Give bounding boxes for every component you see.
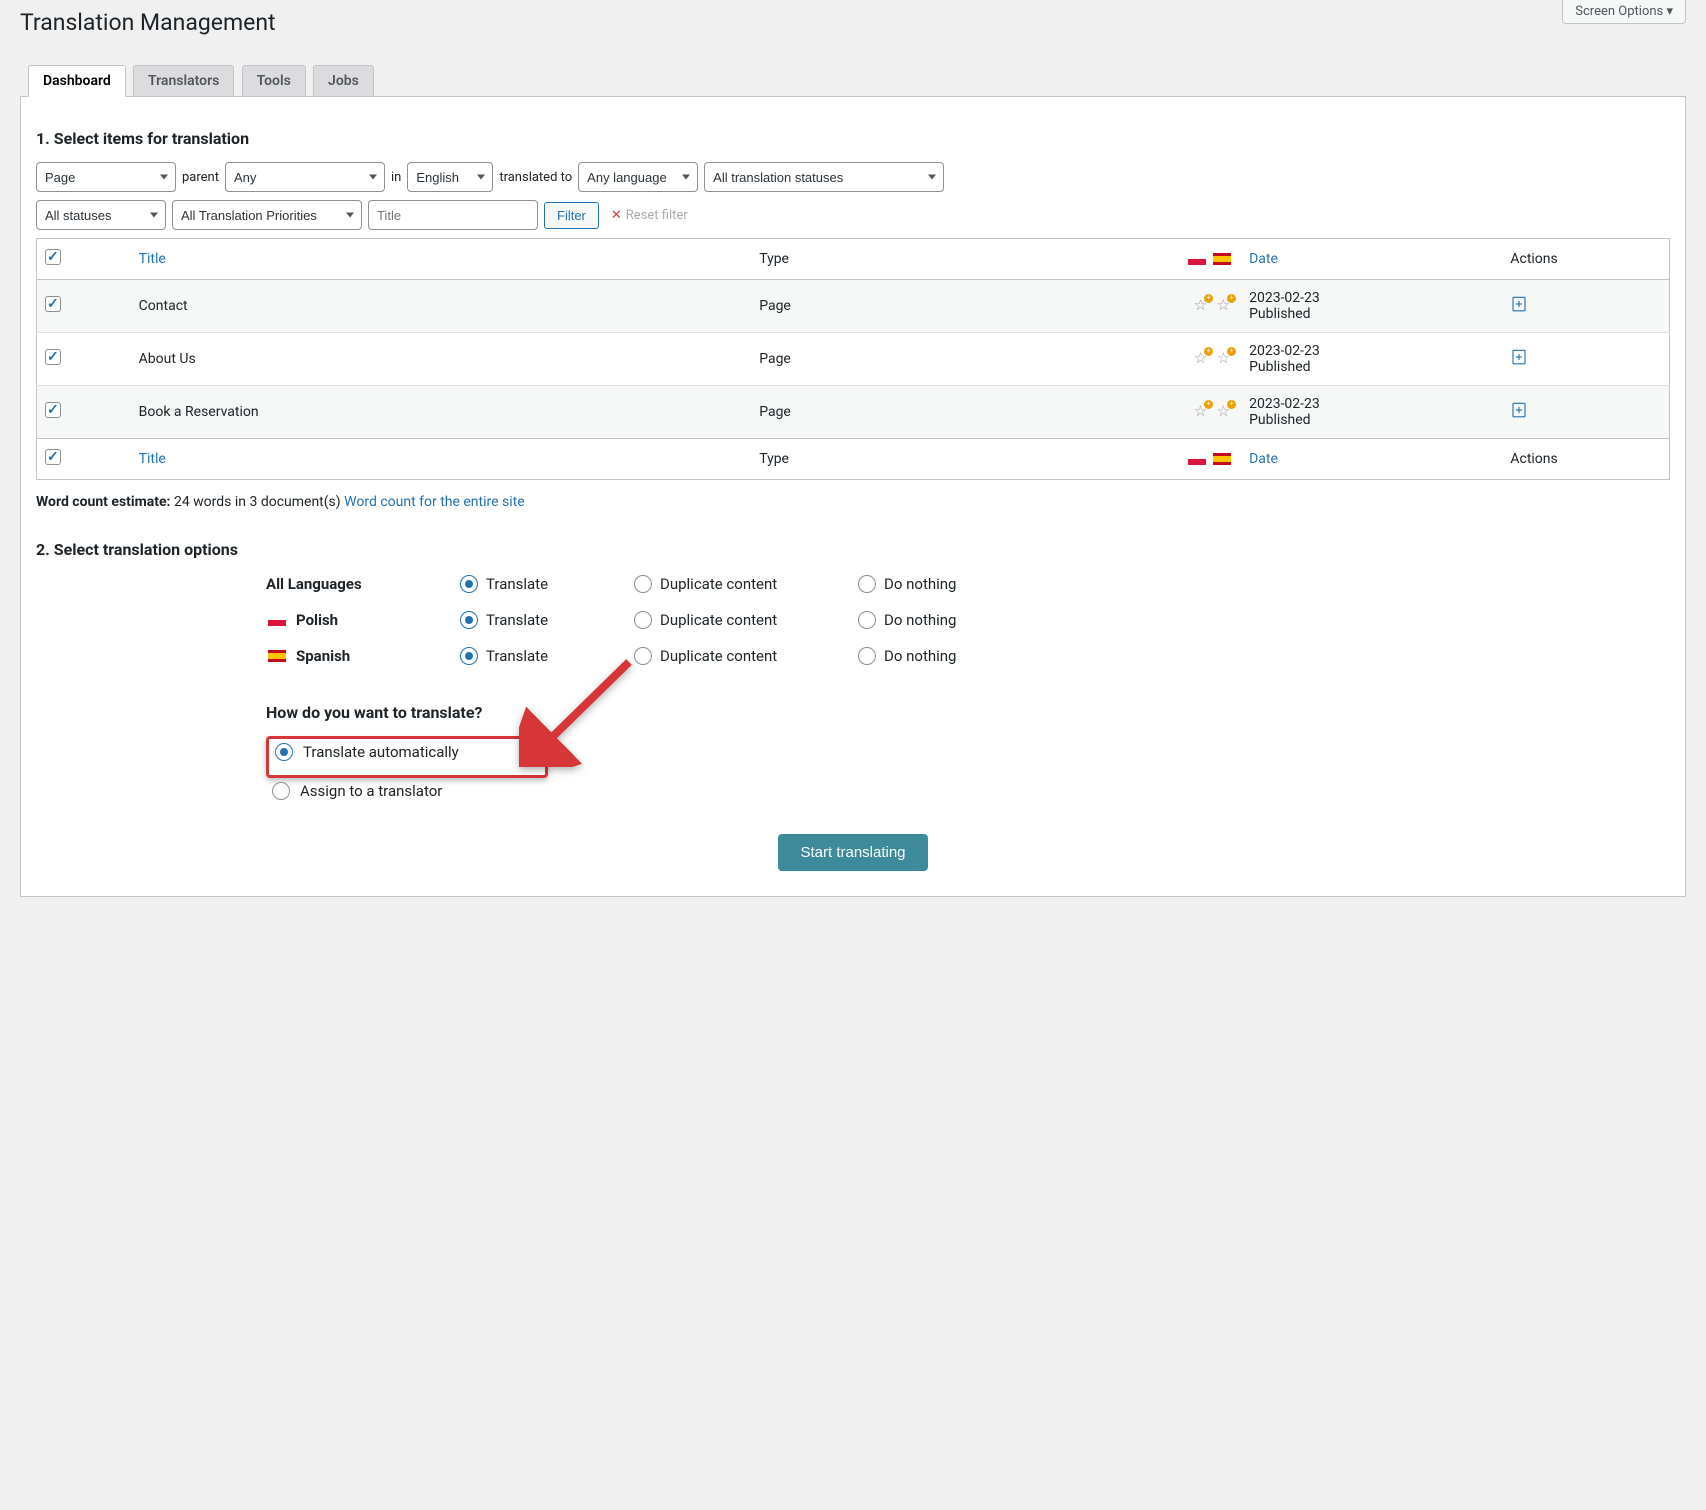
all-languages-label: All Languages [266, 575, 436, 593]
translation-status-select[interactable]: All translation statuses [704, 162, 944, 192]
translated-to-label: translated to [499, 170, 572, 185]
translate-status-icon[interactable]: ☆+ [1194, 298, 1207, 313]
section2-heading: 2. Select translation options [36, 540, 1670, 559]
table-row: About Us Page ☆+ ☆+ 2023-02-23Published [37, 333, 1670, 386]
es-duplicate-radio[interactable] [634, 647, 652, 665]
row-type: Page [751, 386, 1078, 439]
filter-button[interactable]: Filter [544, 202, 599, 229]
col-flags-footer [1078, 439, 1241, 480]
nav-tabs: Dashboard Translators Tools Jobs [20, 56, 1686, 97]
all-donothing-radio[interactable] [858, 575, 876, 593]
col-date-header[interactable]: Date [1241, 239, 1502, 280]
add-translation-icon[interactable] [1510, 354, 1528, 370]
main-panel: 1. Select items for translation Page par… [20, 97, 1686, 897]
translate-automatically-radio[interactable] [275, 743, 293, 761]
row-status-icons: ☆+ ☆+ [1078, 280, 1241, 333]
col-actions-footer: Actions [1502, 439, 1669, 480]
flag-es-icon [1213, 253, 1231, 265]
select-all-checkbox-top[interactable] [45, 249, 61, 265]
word-count-link[interactable]: Word count for the entire site [344, 494, 525, 510]
row-date: 2023-02-23Published [1241, 280, 1502, 333]
all-duplicate-radio[interactable] [634, 575, 652, 593]
row-title[interactable]: Book a Reservation [131, 386, 752, 439]
row-status-icons: ☆+ ☆+ [1078, 333, 1241, 386]
word-count-estimate: Word count estimate: 24 words in 3 docum… [36, 494, 1670, 510]
translate-status-icon[interactable]: ☆+ [1194, 351, 1207, 366]
select-all-checkbox-bottom[interactable] [45, 449, 61, 465]
translate-status-icon[interactable]: ☆+ [1217, 404, 1230, 419]
from-lang-select[interactable]: English [407, 162, 493, 192]
parent-select[interactable]: Any [225, 162, 385, 192]
col-title-footer[interactable]: Title [131, 439, 752, 480]
row-date: 2023-02-23Published [1241, 386, 1502, 439]
add-translation-icon[interactable] [1510, 301, 1528, 317]
assign-translator-label: Assign to a translator [300, 782, 442, 800]
pl-duplicate-radio[interactable] [634, 611, 652, 629]
row-type: Page [751, 333, 1078, 386]
section1-heading: 1. Select items for translation [36, 129, 1670, 148]
table-row: Contact Page ☆+ ☆+ 2023-02-23Published [37, 280, 1670, 333]
translation-options-grid: All Languages Translate Duplicate conten… [266, 575, 1670, 665]
col-title-header[interactable]: Title [131, 239, 752, 280]
es-donothing-radio[interactable] [858, 647, 876, 665]
in-label: in [391, 170, 401, 185]
flag-es-icon [268, 650, 286, 662]
flag-pl-icon [268, 614, 286, 626]
row-checkbox[interactable] [45, 349, 61, 365]
items-table: Title Type Date Actions Contact Page ☆+ … [36, 238, 1670, 480]
spanish-label: Spanish [266, 647, 436, 665]
row-title[interactable]: About Us [131, 333, 752, 386]
tab-translators[interactable]: Translators [133, 65, 234, 96]
row-date: 2023-02-23Published [1241, 333, 1502, 386]
translate-status-icon[interactable]: ☆+ [1194, 404, 1207, 419]
col-date-footer[interactable]: Date [1241, 439, 1502, 480]
annotation-highlight-box: Translate automatically [266, 736, 548, 778]
row-checkbox[interactable] [45, 402, 61, 418]
es-translate-radio[interactable] [460, 647, 478, 665]
add-translation-icon[interactable] [1510, 407, 1528, 423]
reset-filter[interactable]: ✕Reset filter [611, 208, 688, 223]
row-title[interactable]: Contact [131, 280, 752, 333]
flag-es-icon [1213, 453, 1231, 465]
filter-row-2: All statuses All Translation Priorities … [36, 200, 1670, 230]
col-actions-header: Actions [1502, 239, 1669, 280]
pl-donothing-radio[interactable] [858, 611, 876, 629]
col-type-footer: Type [751, 439, 1078, 480]
table-row: Book a Reservation Page ☆+ ☆+ 2023-02-23… [37, 386, 1670, 439]
tab-dashboard[interactable]: Dashboard [28, 65, 126, 97]
tab-tools[interactable]: Tools [242, 65, 306, 96]
filter-row-1: Page parent Any in English translated to… [36, 162, 1670, 192]
screen-options-toggle[interactable]: Screen Options ▾ [1562, 0, 1686, 24]
row-status-icons: ☆+ ☆+ [1078, 386, 1241, 439]
col-flags-header [1078, 239, 1241, 280]
pl-translate-radio[interactable] [460, 611, 478, 629]
assign-translator-radio[interactable] [272, 782, 290, 800]
flag-pl-icon [1188, 453, 1206, 465]
page-title: Translation Management [20, 0, 1686, 56]
all-translate-radio[interactable] [460, 575, 478, 593]
how-translate-heading: How do you want to translate? [266, 703, 1670, 722]
row-checkbox[interactable] [45, 296, 61, 312]
title-filter-input[interactable] [368, 200, 538, 230]
priority-select[interactable]: All Translation Priorities [172, 200, 362, 230]
polish-label: Polish [266, 611, 436, 629]
translate-automatically-label: Translate automatically [303, 743, 459, 761]
close-icon: ✕ [611, 208, 622, 223]
tab-jobs[interactable]: Jobs [313, 65, 374, 96]
translate-status-icon[interactable]: ☆+ [1217, 298, 1230, 313]
post-type-select[interactable]: Page [36, 162, 176, 192]
post-status-select[interactable]: All statuses [36, 200, 166, 230]
flag-pl-icon [1188, 253, 1206, 265]
row-type: Page [751, 280, 1078, 333]
parent-label: parent [182, 170, 219, 185]
to-lang-select[interactable]: Any language [578, 162, 698, 192]
how-translate-section: How do you want to translate? Translate … [266, 703, 1670, 804]
col-type-header: Type [751, 239, 1078, 280]
start-translating-button[interactable]: Start translating [778, 834, 927, 871]
translate-status-icon[interactable]: ☆+ [1217, 351, 1230, 366]
